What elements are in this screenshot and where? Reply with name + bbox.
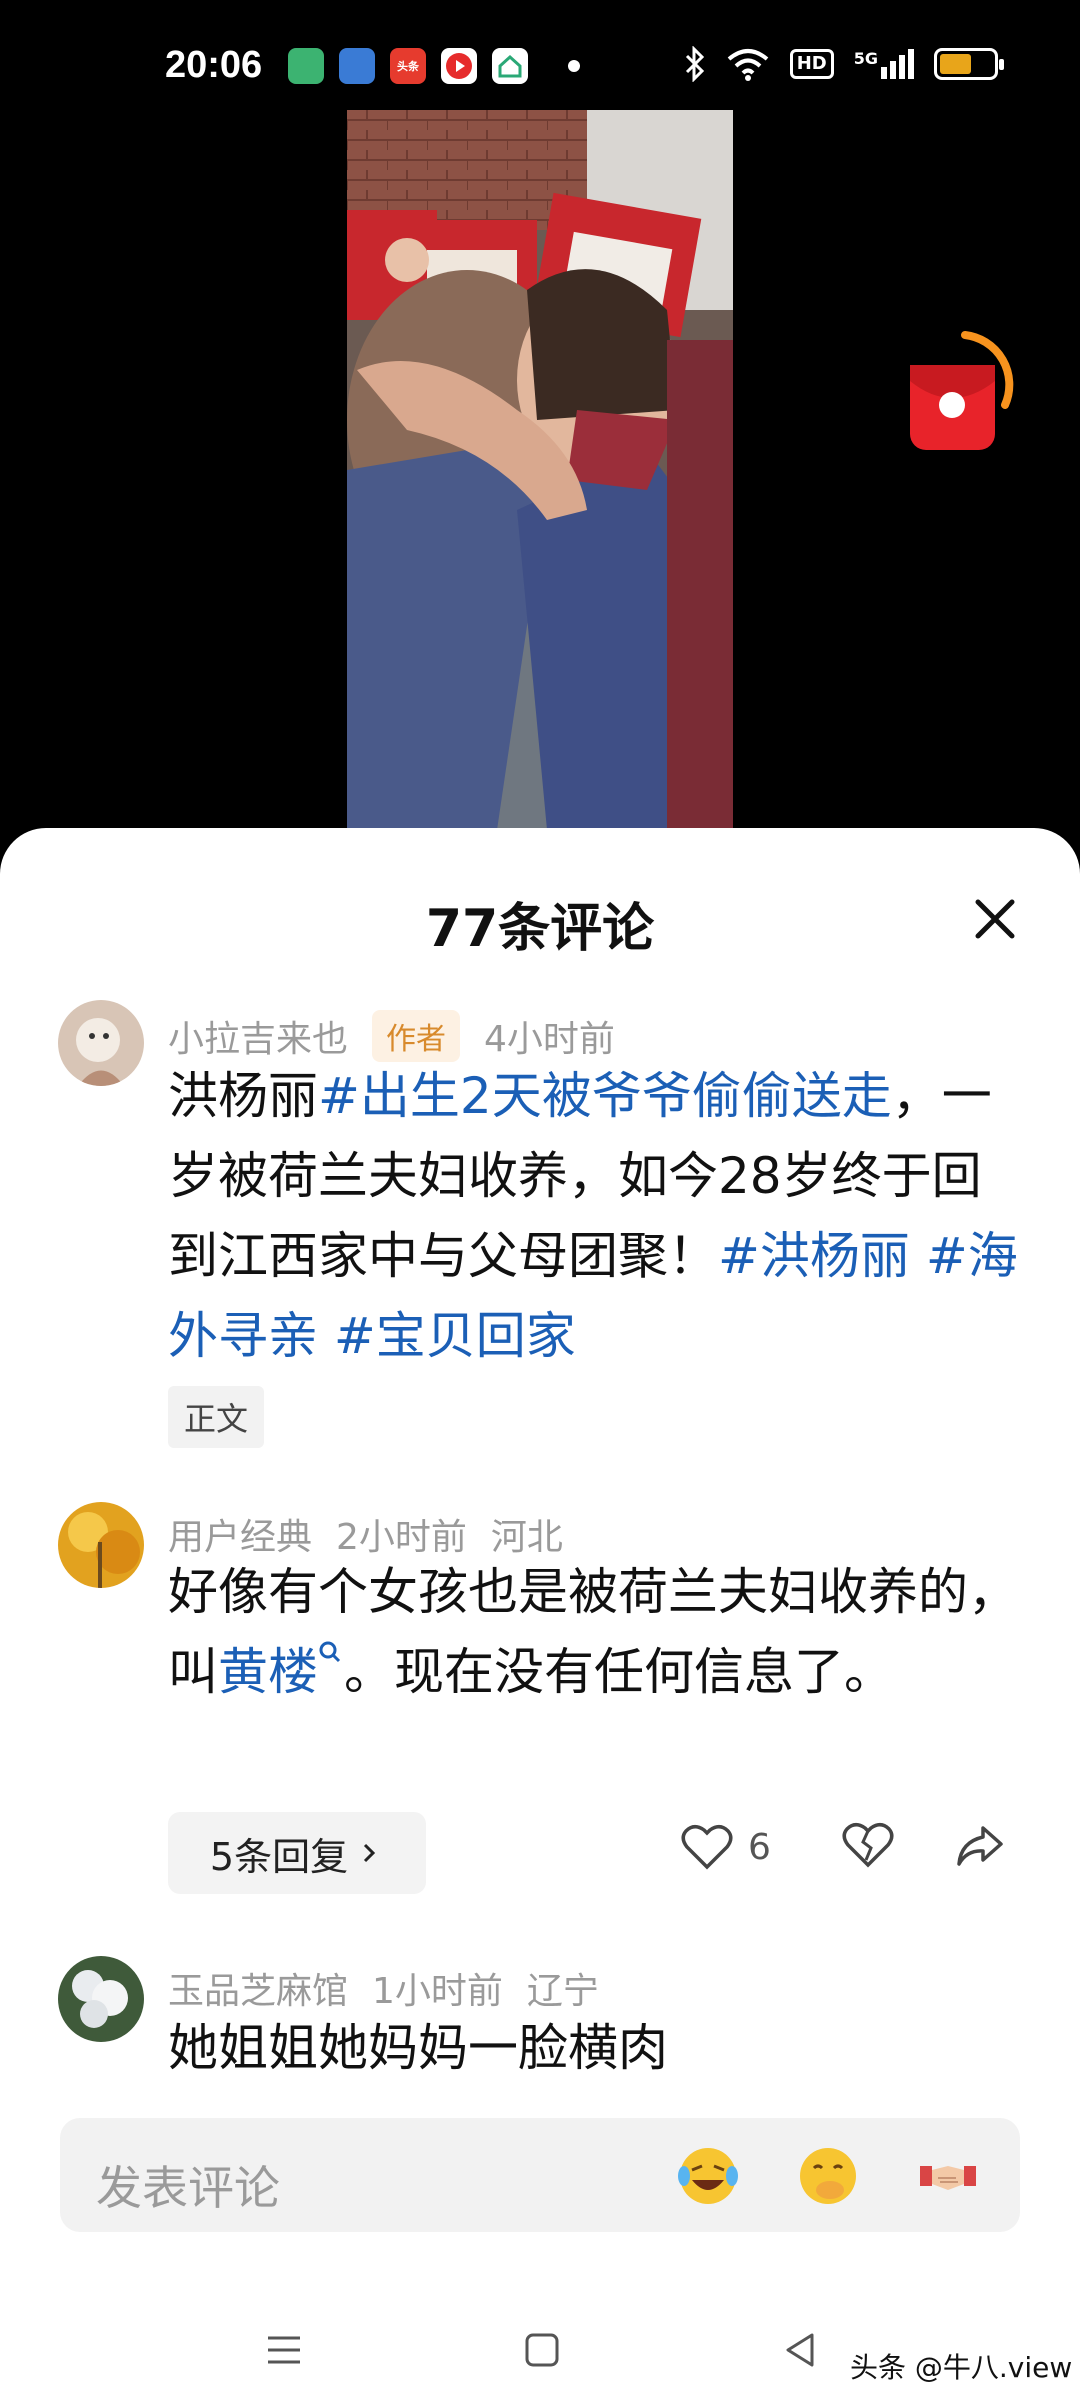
comment-time: 1小时前 [372, 1971, 503, 2012]
comment-meta: 小拉吉来也 作者 4小时前 [168, 1010, 639, 1062]
menu-nav-button[interactable] [264, 2330, 304, 2374]
hashtag-link[interactable]: #洪杨丽 [718, 1227, 910, 1285]
main-text-label: 正文 [168, 1386, 265, 1448]
red-packet-button[interactable] [905, 325, 1015, 465]
share-button[interactable] [953, 1820, 1007, 1874]
comment-text-segment: 洪杨丽 [168, 1067, 318, 1125]
broken-heart-icon [842, 1823, 894, 1868]
search-icon [319, 1641, 341, 1663]
battery-icon [934, 48, 1004, 80]
notification-app-icons: 头条 [288, 48, 528, 84]
hand-over-mouth-emoji-icon[interactable] [796, 2144, 860, 2208]
app-icon-green [288, 48, 324, 84]
hashtag-link[interactable]: #出生2天被爷爷偷偷送走 [318, 1067, 892, 1125]
battery-level [940, 54, 972, 74]
dislike-button[interactable] [841, 1820, 895, 1874]
comment-count-title: 77条评论 [425, 899, 655, 959]
comment-input-placeholder: 发表评论 [96, 2161, 280, 2215]
avatar[interactable] [58, 1000, 144, 1086]
avatar[interactable] [58, 1956, 144, 2042]
heart-icon [681, 1825, 733, 1870]
bluetooth-icon [685, 46, 704, 82]
like-count: 6 [748, 1826, 771, 1868]
comment-time: 4小时前 [484, 1019, 615, 1060]
network-type: 5G [853, 49, 878, 68]
author-badge: 作者 [372, 1010, 461, 1062]
comment-text: 洪杨丽#出生2天被爷爷偷偷送走，一岁被荷兰夫妇收养，如今28岁终于回到江西家中与… [168, 1056, 1028, 1376]
app-icon-blue [339, 48, 375, 84]
system-icons: HD 5G [684, 46, 1004, 82]
close-button[interactable] [960, 884, 1030, 954]
comment-username[interactable]: 小拉吉来也 [168, 1010, 348, 1062]
comment-actions: 6 [680, 1820, 1007, 1874]
view-replies-button[interactable]: 5条回复 [168, 1812, 426, 1894]
laughing-crying-emoji-icon[interactable] [676, 2144, 740, 2208]
signal-icon: 5G [854, 49, 914, 79]
comment-username[interactable]: 玉品芝麻馆 [168, 1962, 348, 2014]
more-notifications-dot [568, 60, 580, 72]
status-time: 20:06 [165, 44, 263, 86]
toutiao-app-icon: 头条 [390, 48, 426, 84]
wifi-icon [727, 49, 769, 81]
comment-meta: 玉品芝麻馆 1小时前 辽宁 [168, 1962, 623, 2014]
hd-badge: HD [789, 49, 834, 79]
home-nav-button[interactable] [522, 2330, 562, 2374]
video-player[interactable] [347, 110, 733, 830]
home-square-icon [525, 2333, 559, 2367]
watermark: 头条 @牛八.view [850, 2351, 1073, 2384]
menu-icon [268, 2336, 300, 2364]
search-link-text: 黄楼 [218, 1643, 318, 1701]
comment-input[interactable]: 发表评论 [60, 2118, 1020, 2232]
home-app-icon [492, 48, 528, 84]
comment-text: 好像有个女孩也是被荷兰夫妇收养的，叫黄楼 。现在没有任何信息了。 [168, 1552, 1028, 1712]
like-button[interactable]: 6 [680, 1822, 771, 1872]
comment-text-segment: 。现在没有任何信息了。 [344, 1643, 894, 1701]
avatar[interactable] [58, 1502, 144, 1588]
back-nav-button[interactable] [780, 2330, 820, 2374]
comment-text: 她姐姐她妈妈一脸横肉 [168, 2019, 668, 2077]
replies-label: 5条回复 [209, 1834, 349, 1879]
handshake-emoji-icon[interactable] [916, 2144, 980, 2208]
video-frame-image [347, 110, 733, 830]
search-link[interactable]: 黄楼 [218, 1641, 344, 1701]
share-icon [957, 1826, 1003, 1866]
video-app-icon [441, 48, 477, 84]
comment-location: 辽宁 [526, 1971, 599, 2012]
back-triangle-icon [786, 2333, 814, 2367]
close-icon [975, 899, 1015, 939]
chevron-right-icon [364, 1843, 376, 1863]
hashtag-link[interactable]: #宝贝回家 [334, 1307, 576, 1365]
